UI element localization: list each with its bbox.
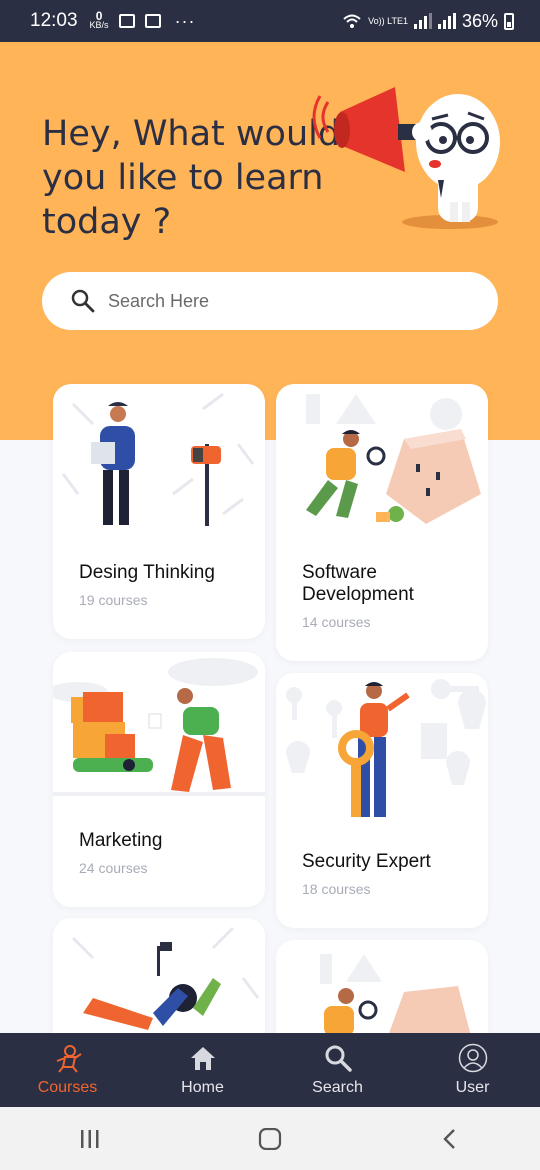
battery-icon <box>504 12 514 30</box>
course-card-design-thinking[interactable]: Desing Thinking 19 courses <box>53 384 265 639</box>
course-title: Marketing <box>79 830 163 851</box>
network-type: Vo)) LTE1 <box>368 15 408 26</box>
data-rate-unit: KB/s <box>89 20 109 30</box>
tab-search-label: Search <box>312 1079 363 1096</box>
course-title: Security Expert <box>302 851 431 872</box>
course-card-security-expert[interactable]: Security Expert 18 courses <box>276 673 488 928</box>
status-right: Vo)) LTE1 36% <box>342 11 514 32</box>
search-icon <box>325 1045 352 1072</box>
bottom-tab-bar: Courses Home Search User <box>0 1033 540 1107</box>
tab-courses-label: Courses <box>37 1079 98 1096</box>
tab-search[interactable]: Search <box>270 1033 405 1107</box>
courses-icon <box>56 1045 82 1073</box>
user-icon <box>458 1043 487 1073</box>
marketing-illustration <box>53 658 265 796</box>
signal-2-icon <box>437 13 456 29</box>
home-system-button[interactable] <box>240 1119 300 1159</box>
status-time: 12:03 <box>30 10 78 31</box>
status-bar: 12:03 0 KB/s ··· Vo)) LTE1 36% <box>0 0 540 42</box>
design-thinking-illustration <box>61 392 255 526</box>
search-input[interactable] <box>108 290 448 312</box>
course-count: 24 courses <box>79 860 148 876</box>
battery-percent: 36% <box>461 10 498 31</box>
course-count: 18 courses <box>302 881 371 897</box>
tab-home-label: Home <box>181 1079 224 1096</box>
media-notification-icon <box>144 14 161 28</box>
course-count: 19 courses <box>79 592 148 608</box>
page-title: Hey, What would you like to learn today … <box>42 114 341 242</box>
tab-user[interactable]: User <box>405 1033 540 1107</box>
gallery-notification-icon <box>118 14 135 28</box>
home-circle-icon <box>258 1127 282 1150</box>
wifi-icon <box>343 14 361 28</box>
recent-apps-button[interactable] <box>60 1119 120 1159</box>
software-development-illustration <box>306 394 481 524</box>
signal-1-icon <box>413 13 432 29</box>
course-title: Desing Thinking <box>79 562 215 583</box>
tab-user-label: User <box>455 1079 490 1096</box>
security-expert-illustration <box>286 679 486 817</box>
tab-courses[interactable]: Courses <box>0 1033 135 1107</box>
data-rate: 0 KB/s <box>89 10 109 30</box>
course-card-marketing[interactable]: Marketing 24 courses <box>53 652 265 907</box>
recent-apps-icon <box>81 1129 99 1148</box>
home-icon <box>190 1047 215 1070</box>
course-title: Software Development <box>302 562 414 605</box>
megaphone-mascot-icon <box>312 87 500 229</box>
search-icon <box>71 289 95 313</box>
search-bar[interactable] <box>42 272 498 330</box>
course-count: 14 courses <box>302 614 371 630</box>
back-chevron-icon <box>443 1128 455 1149</box>
more-notifications-icon: ··· <box>174 10 196 31</box>
system-navigation-bar <box>0 1107 540 1170</box>
back-button[interactable] <box>420 1119 480 1159</box>
tab-home[interactable]: Home <box>135 1033 270 1107</box>
hero-banner: Hey, What would you like to learn today … <box>0 42 540 440</box>
course-card-software-development[interactable]: Software Development 14 courses <box>276 384 488 661</box>
